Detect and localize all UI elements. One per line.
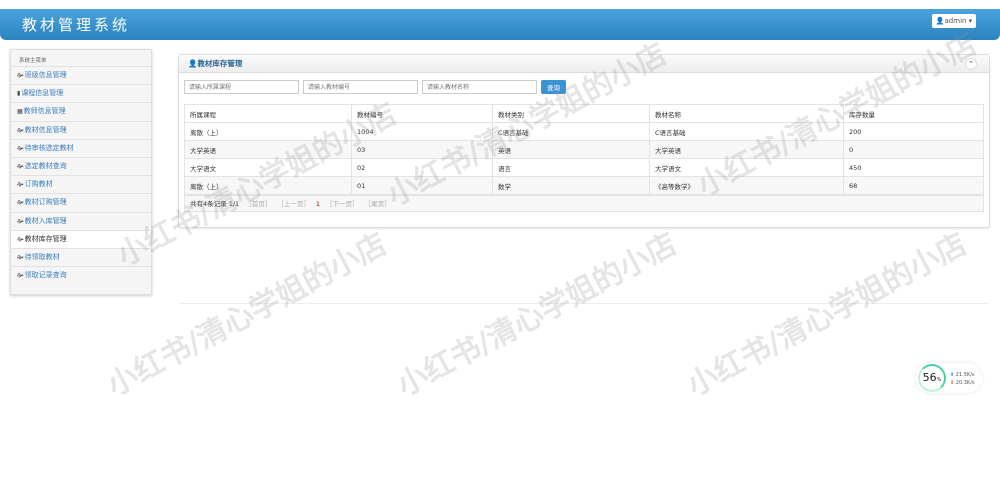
- user-icon: 👤: [935, 17, 945, 25]
- table-cell: 02: [351, 158, 493, 177]
- user-menu-button[interactable]: 👤admin ▾: [932, 14, 976, 28]
- table-cell: 68: [843, 176, 984, 195]
- leaf-icon: 🙞: [17, 72, 24, 79]
- username: admin: [944, 17, 967, 25]
- top-header: 教材管理系统 👤admin ▾: [0, 9, 1000, 40]
- usage-percent: 56: [922, 371, 937, 384]
- collapse-button[interactable]: ⌃: [965, 58, 977, 70]
- sidebar-item[interactable]: 🙞教材信息管理: [11, 120, 151, 139]
- sidebar-item-label: 班级信息管理: [24, 71, 67, 79]
- table-cell: 大学语文: [184, 158, 352, 177]
- user-icon: 👤: [188, 59, 198, 68]
- panel-header: 👤教材库存管理: [179, 55, 989, 73]
- sidebar-item-label: 教材订购管理: [24, 198, 67, 207]
- download-speed: 20.3K/s: [955, 380, 975, 386]
- table-row: 大学语文 02 语言 大学语文 450: [184, 158, 984, 177]
- column-header: 所属课程: [184, 104, 352, 123]
- prev-page-link[interactable]: ［上一页］: [277, 200, 310, 208]
- column-header: 库存数量: [843, 104, 984, 123]
- leaf-icon: 🙞: [17, 235, 24, 243]
- current-page[interactable]: 1: [316, 200, 320, 208]
- page-indicator: 1/1: [228, 200, 240, 208]
- leaf-icon: 🙞: [17, 253, 24, 261]
- bookmark-icon: ▮: [17, 90, 21, 98]
- pagination: 共有4条记录 1/1 ［首页］ ［上一页］ 1 ［下一页］ ［尾页］: [184, 195, 984, 212]
- leaf-icon: 🙞: [17, 199, 24, 207]
- table-cell: 450: [843, 158, 984, 177]
- table-cell: 大学语文: [649, 158, 844, 177]
- last-page-link[interactable]: ［尾页］: [365, 200, 391, 208]
- leaf-icon: 🙞: [17, 217, 24, 225]
- usage-ring: 56%: [918, 364, 946, 392]
- sidebar-item[interactable]: 🙞领取记录查询: [11, 266, 151, 284]
- inventory-table: 所属课程 教材编号 教材类别 教材名称 库存数量 离散（上） 1004 C语言基础 C语言基础…: [184, 104, 984, 195]
- sidebar-item-label: 订购教材: [24, 180, 53, 189]
- table-cell: 语言: [492, 158, 650, 177]
- upload-speed: 21.5K/s: [955, 372, 975, 378]
- app-title: 教材管理系统: [22, 16, 131, 34]
- sidebar-item[interactable]: ▦教师信息管理: [11, 102, 151, 120]
- watermark: 小红书/清心学姐的小店: [391, 226, 683, 404]
- table-cell: C语言基础: [649, 122, 844, 141]
- sidebar-item-label: 教材入库管理: [24, 216, 67, 225]
- record-count: 共有4条记录: [190, 200, 227, 208]
- sidebar-item-label: 教师信息管理: [23, 107, 66, 116]
- sidebar-item[interactable]: 🙞待领取教材: [11, 247, 151, 266]
- sidebar-item[interactable]: 🙞选定教材查询: [11, 156, 151, 175]
- sidebar: 系统主菜单 🙞班级信息管理 ▮课程信息管理 ▦教师信息管理 🙞教材信息管理 🙞待审核选定…: [10, 49, 152, 295]
- table-cell: 大学英语: [649, 140, 844, 159]
- table-cell: 01: [351, 176, 493, 195]
- sidebar-item-label: 教材信息管理: [24, 125, 67, 134]
- query-button[interactable]: 查询: [541, 80, 566, 94]
- inventory-panel: 👤教材库存管理 ⌃ 查询 所属课程教材编号教材类别教材名称库存数量 离散（上）1…: [178, 54, 990, 228]
- sidebar-item-label: 教材库存管理: [24, 234, 67, 243]
- sidebar-item[interactable]: 🙞订购教材: [11, 175, 151, 193]
- table-row: 大学英语 03 英语 大学英语 0: [184, 140, 984, 159]
- table-row: 离散（上） 1004 C语言基础 C语言基础 200: [184, 122, 984, 141]
- table-cell: C语言基础: [492, 122, 650, 141]
- table-cell: 离散（上）: [184, 122, 352, 141]
- table-cell: 200: [843, 122, 984, 141]
- table-cell: 离散（上）: [184, 176, 352, 195]
- table-cell: 《高等数学》: [649, 176, 844, 195]
- sidebar-item-label: 选定教材查询: [24, 161, 67, 170]
- leaf-icon: 🙞: [17, 181, 24, 189]
- table-cell: 大学英语: [184, 140, 352, 159]
- course-search-input[interactable]: [184, 80, 299, 94]
- sidebar-heading: 系统主菜单: [19, 58, 47, 64]
- sidebar-item-label: 待审核选定教材: [24, 143, 74, 152]
- first-page-link[interactable]: ［首页］: [245, 200, 271, 208]
- leaf-icon: 🙞: [17, 162, 24, 170]
- network-speed-widget: 56% ⬆ 21.5K/s ⬇ 20.3K/s: [916, 363, 982, 393]
- leaf-icon: 🙞: [17, 126, 24, 134]
- next-page-link[interactable]: ［下一页］: [326, 200, 359, 208]
- sidebar-item[interactable]: 🙞班级信息管理: [11, 66, 151, 84]
- sidebar-item[interactable]: 🙞教材订购管理: [11, 193, 151, 211]
- table-row: 离散（上） 01 数学 《高等数学》 68: [184, 176, 984, 195]
- table-cell: 0: [843, 140, 984, 159]
- sidebar-item[interactable]: 🙞教材入库管理: [11, 211, 151, 230]
- table-cell: 英语: [492, 140, 650, 159]
- panel-title: 教材库存管理: [197, 59, 243, 68]
- usage-unit: %: [936, 377, 942, 383]
- table-cell: 1004: [351, 122, 493, 141]
- table-cell: 03: [351, 140, 493, 159]
- column-header: 教材名称: [649, 104, 844, 123]
- leaf-icon: 🙞: [17, 272, 24, 280]
- column-header: 教材编号: [351, 104, 493, 123]
- leaf-icon: 🙞: [17, 144, 24, 152]
- code-search-input[interactable]: [303, 80, 418, 94]
- sidebar-item-label: 领取记录查询: [24, 271, 67, 280]
- name-search-input[interactable]: [422, 80, 537, 94]
- divider: [178, 303, 990, 304]
- sidebar-item-label: 待领取教材: [24, 252, 60, 261]
- list-icon: ▦: [17, 108, 23, 116]
- table-cell: 数学: [492, 176, 650, 195]
- sidebar-item[interactable]: 🙞待审核选定教材: [11, 138, 151, 157]
- sidebar-item[interactable]: 🙞教材库存管理: [11, 229, 151, 248]
- sidebar-item[interactable]: ▮课程信息管理: [11, 84, 151, 102]
- column-header: 教材类别: [492, 104, 650, 123]
- sidebar-item-label: 课程信息管理: [21, 89, 64, 98]
